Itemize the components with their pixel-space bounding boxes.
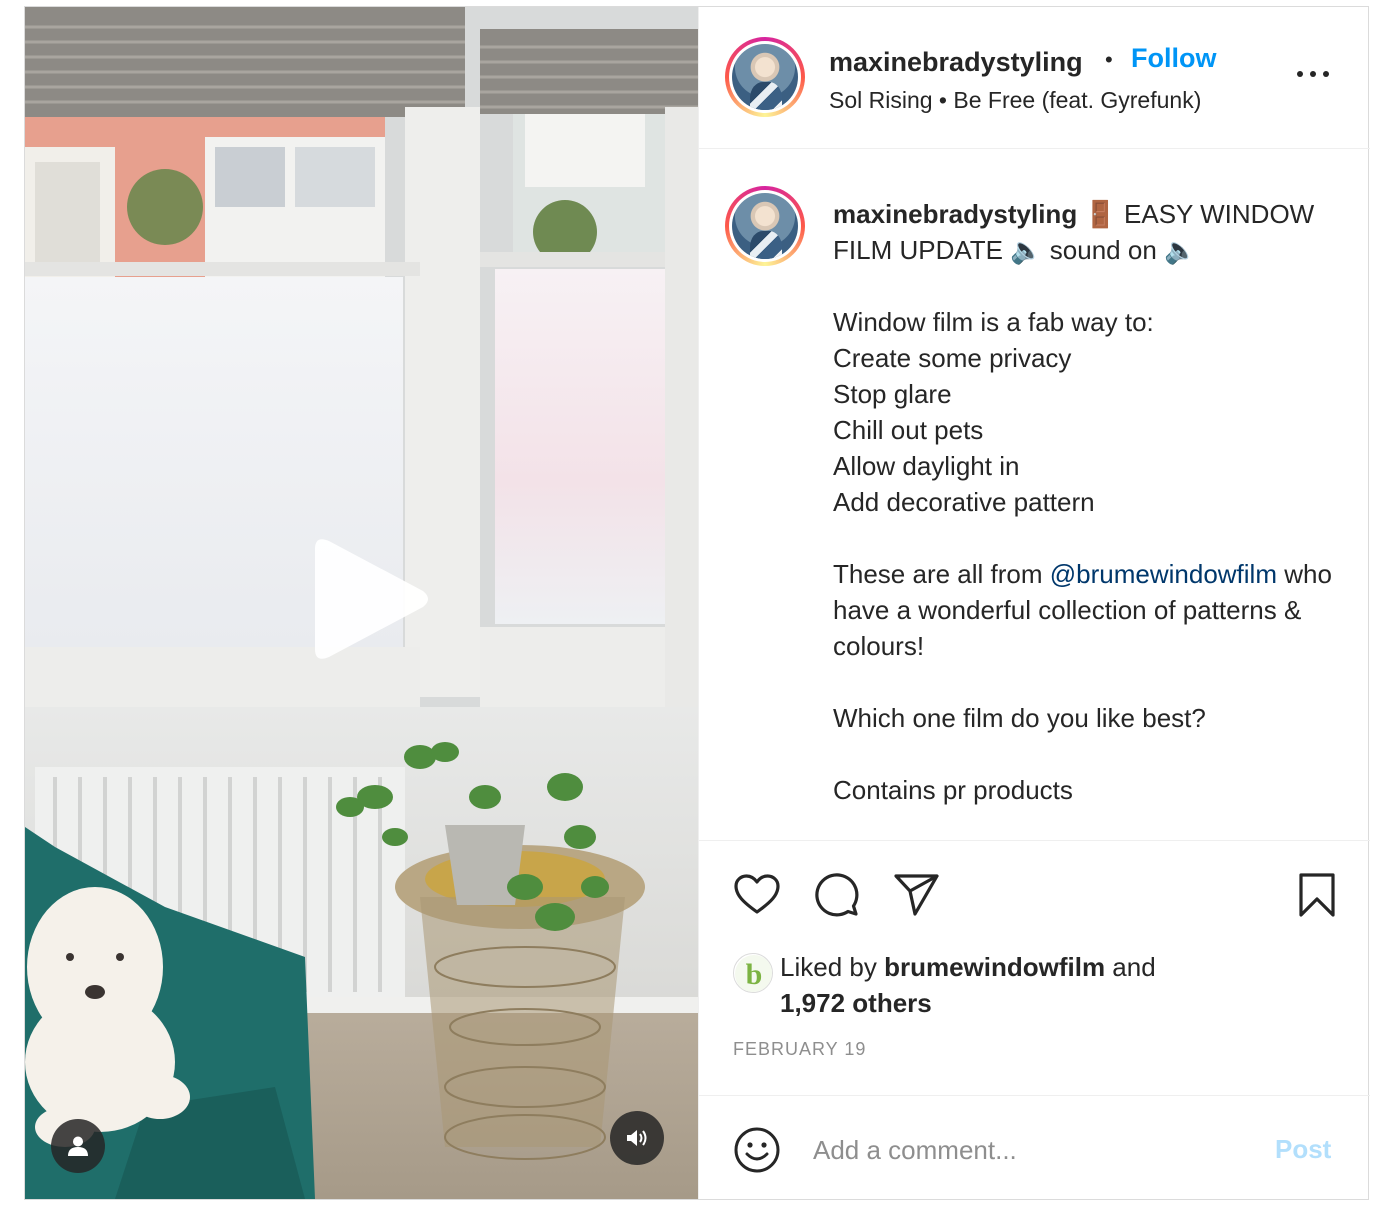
follow-button[interactable]: Follow (1131, 43, 1216, 74)
caption-list-item: Stop glare (833, 379, 952, 409)
volume-icon[interactable] (610, 1111, 664, 1165)
more-options-icon[interactable] (1293, 59, 1333, 89)
comment-input[interactable] (813, 1126, 1253, 1174)
caption-text: maxinebradystyling 🚪 EASY WINDOW FILM UP… (833, 196, 1333, 808)
likes-middle: and (1105, 952, 1156, 982)
caption-list-item: Create some privacy (833, 343, 1072, 373)
header-separator: • (1105, 47, 1113, 72)
liker-username[interactable]: brumewindowfilm (884, 952, 1105, 982)
post-date[interactable]: FEBRUARY 19 (733, 1039, 866, 1060)
caption-list-item: Allow daylight in (833, 451, 1020, 481)
author-avatar[interactable] (725, 37, 805, 117)
post-video[interactable] (25, 7, 698, 1199)
instagram-post: maxinebradystyling • Follow Sol Rising •… (24, 6, 1370, 1200)
comment-bar: Post (699, 1095, 1370, 1199)
bookmark-icon[interactable] (1293, 871, 1341, 919)
caption-list-item: Add decorative pattern (833, 487, 1095, 517)
caption-author-avatar[interactable] (725, 186, 805, 266)
post-comment-button[interactable]: Post (1275, 1134, 1331, 1165)
likes-count[interactable]: 1,972 others (780, 988, 932, 1018)
caption-list-intro: Window film is a fab way to: (833, 307, 1154, 337)
tagged-user-icon[interactable] (51, 1119, 105, 1173)
mention-link[interactable]: @brumewindowfilm (1050, 559, 1277, 589)
post-header: maxinebradystyling • Follow Sol Rising •… (699, 7, 1370, 149)
liker-avatar[interactable]: b (733, 953, 773, 993)
heart-icon[interactable] (733, 871, 781, 919)
caption-disclaimer: Contains pr products (833, 775, 1073, 805)
svg-text:b: b (746, 958, 763, 991)
caption-area: maxinebradystyling 🚪 EASY WINDOW FILM UP… (699, 150, 1370, 839)
share-icon[interactable] (893, 871, 941, 919)
audio-track-link[interactable]: Sol Rising • Be Free (feat. Gyrefunk) (829, 87, 1201, 114)
caption-question: Which one film do you like best? (833, 703, 1206, 733)
likes-summary: Liked by brumewindowfilm and 1,972 other… (780, 949, 1240, 1021)
caption-list-item: Chill out pets (833, 415, 984, 445)
caption-source-prefix: These are all from (833, 559, 1050, 589)
likes-prefix: Liked by (780, 952, 885, 982)
author-username[interactable]: maxinebradystyling (829, 47, 1083, 78)
play-icon[interactable] (305, 531, 435, 667)
post-actions: b Liked by brumewindowfilm and 1,972 oth… (699, 840, 1370, 1098)
caption-username[interactable]: maxinebradystyling (833, 199, 1077, 229)
post-side-panel: maxinebradystyling • Follow Sol Rising •… (698, 7, 1370, 1199)
emoji-icon[interactable] (733, 1126, 781, 1174)
comment-icon[interactable] (813, 871, 861, 919)
